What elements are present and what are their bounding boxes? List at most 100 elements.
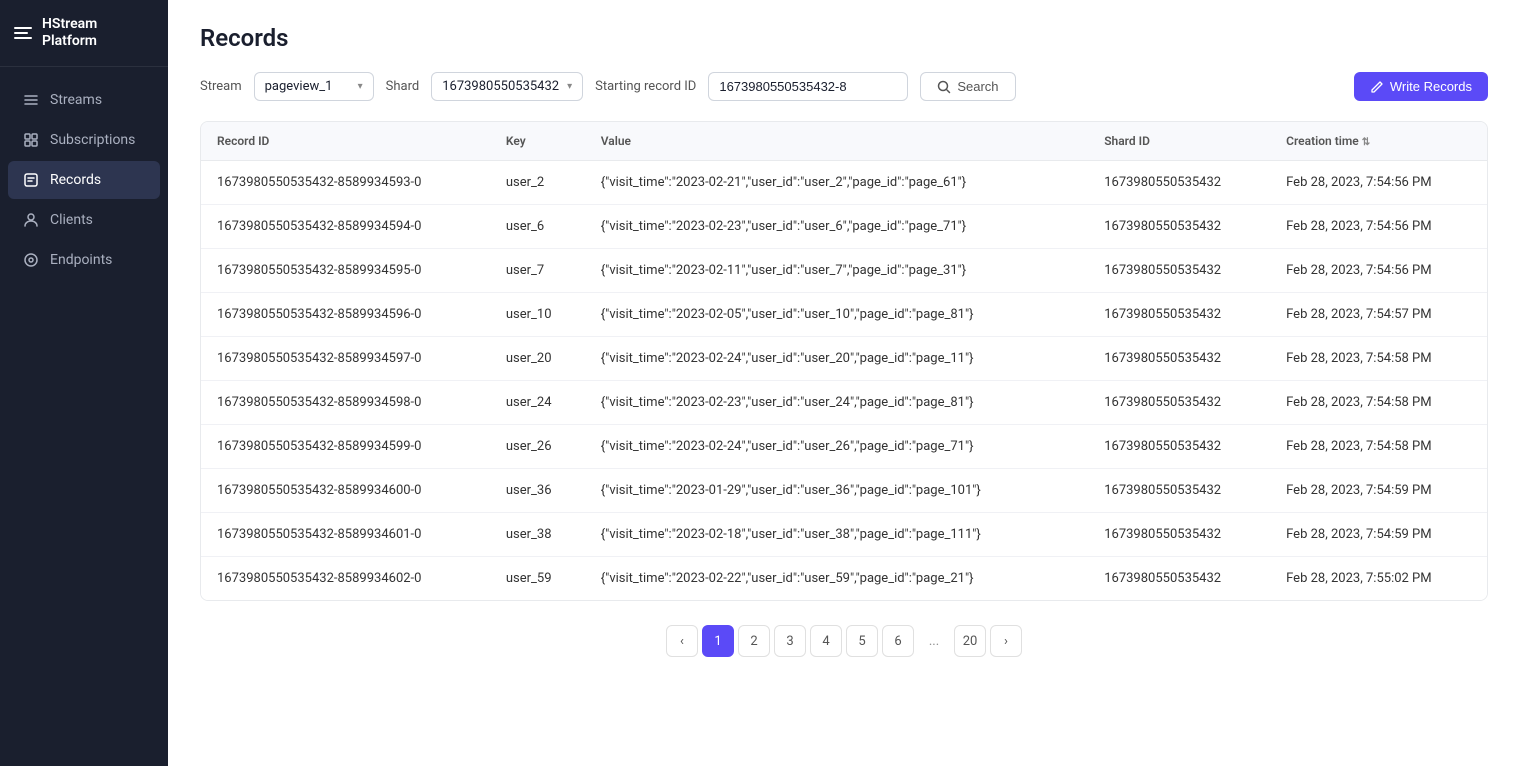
shard-chevron-icon: ▾ (567, 81, 572, 92)
shard-select[interactable]: 1673980550535432 ▾ (431, 72, 583, 101)
search-button[interactable]: Search (920, 72, 1015, 101)
sidebar-item-subscriptions[interactable]: Subscriptions (8, 121, 160, 159)
table-row: 1673980550535432-8589934599-0user_26{"vi… (201, 425, 1487, 469)
table-body: 1673980550535432-8589934593-0user_2{"vis… (201, 161, 1487, 601)
creation-time-cell: Feb 28, 2023, 7:54:58 PM (1270, 425, 1487, 469)
table-row: 1673980550535432-8589934594-0user_6{"vis… (201, 205, 1487, 249)
pagination: ‹ 1 2 3 4 5 6 ... 20 › (200, 625, 1488, 673)
stream-select[interactable]: pageview_1 ▾ (254, 72, 374, 101)
creation-time-cell: Feb 28, 2023, 7:54:56 PM (1270, 205, 1487, 249)
pagination-prev[interactable]: ‹ (666, 625, 698, 657)
sidebar-item-clients[interactable]: Clients (8, 201, 160, 239)
records-table-container: Record ID Key Value Shard ID Creation ti… (200, 121, 1488, 601)
shard-id-cell: 1673980550535432 (1088, 205, 1270, 249)
toolbar: Stream pageview_1 ▾ Shard 16739805505354… (200, 72, 1488, 101)
key-cell: user_10 (490, 293, 585, 337)
pagination-page-5[interactable]: 5 (846, 625, 878, 657)
table-row: 1673980550535432-8589934595-0user_7{"vis… (201, 249, 1487, 293)
table-row: 1673980550535432-8589934600-0user_36{"vi… (201, 469, 1487, 513)
shard-id-cell: 1673980550535432 (1088, 337, 1270, 381)
value-cell: {"visit_time":"2023-02-24","user_id":"us… (585, 337, 1088, 381)
col-creation-time[interactable]: Creation time ⇅ (1270, 122, 1487, 161)
table-row: 1673980550535432-8589934601-0user_38{"vi… (201, 513, 1487, 557)
creation-time-cell: Feb 28, 2023, 7:54:59 PM (1270, 513, 1487, 557)
key-cell: user_59 (490, 557, 585, 601)
value-cell: {"visit_time":"2023-02-05","user_id":"us… (585, 293, 1088, 337)
page-title: Records (200, 24, 1488, 52)
record-id-cell: 1673980550535432-8589934600-0 (201, 469, 490, 513)
shard-id-cell: 1673980550535432 (1088, 293, 1270, 337)
record-id-cell: 1673980550535432-8589934602-0 (201, 557, 490, 601)
pagination-page-6[interactable]: 6 (882, 625, 914, 657)
sidebar-item-endpoints[interactable]: Endpoints (8, 241, 160, 279)
pagination-next[interactable]: › (990, 625, 1022, 657)
key-cell: user_6 (490, 205, 585, 249)
logo-icon (14, 27, 32, 39)
pagination-page-1[interactable]: 1 (702, 625, 734, 657)
creation-time-cell: Feb 28, 2023, 7:54:56 PM (1270, 249, 1487, 293)
search-icon (937, 80, 951, 94)
value-cell: {"visit_time":"2023-02-22","user_id":"us… (585, 557, 1088, 601)
value-cell: {"visit_time":"2023-02-21","user_id":"us… (585, 161, 1088, 205)
sidebar-item-streams-label: Streams (50, 92, 102, 108)
shard-value: 1673980550535432 (442, 79, 559, 94)
key-cell: user_2 (490, 161, 585, 205)
record-id-cell: 1673980550535432-8589934597-0 (201, 337, 490, 381)
value-cell: {"visit_time":"2023-01-29","user_id":"us… (585, 469, 1088, 513)
stream-value: pageview_1 (265, 79, 333, 94)
col-shard-id: Shard ID (1088, 122, 1270, 161)
key-cell: user_26 (490, 425, 585, 469)
value-cell: {"visit_time":"2023-02-18","user_id":"us… (585, 513, 1088, 557)
value-cell: {"visit_time":"2023-02-23","user_id":"us… (585, 381, 1088, 425)
records-table: Record ID Key Value Shard ID Creation ti… (201, 122, 1487, 600)
sidebar-item-streams[interactable]: Streams (8, 81, 160, 119)
value-cell: {"visit_time":"2023-02-23","user_id":"us… (585, 205, 1088, 249)
shard-id-cell: 1673980550535432 (1088, 557, 1270, 601)
record-id-cell: 1673980550535432-8589934593-0 (201, 161, 490, 205)
record-id-cell: 1673980550535432-8589934595-0 (201, 249, 490, 293)
content-area: Records Stream pageview_1 ▾ Shard 167398… (168, 0, 1520, 766)
subscriptions-icon (22, 131, 40, 149)
table-row: 1673980550535432-8589934593-0user_2{"vis… (201, 161, 1487, 205)
creation-time-cell: Feb 28, 2023, 7:54:56 PM (1270, 161, 1487, 205)
shard-id-cell: 1673980550535432 (1088, 425, 1270, 469)
streams-icon (22, 91, 40, 109)
shard-id-cell: 1673980550535432 (1088, 161, 1270, 205)
key-cell: user_38 (490, 513, 585, 557)
stream-label: Stream (200, 79, 242, 94)
sidebar-nav: Streams Subscriptions Records (0, 67, 168, 766)
table-header-row: Record ID Key Value Shard ID Creation ti… (201, 122, 1487, 161)
shard-id-cell: 1673980550535432 (1088, 381, 1270, 425)
pagination-page-4[interactable]: 4 (810, 625, 842, 657)
pagination-page-3[interactable]: 3 (774, 625, 806, 657)
key-cell: user_20 (490, 337, 585, 381)
write-records-button[interactable]: Write Records (1354, 72, 1488, 101)
pagination-page-20[interactable]: 20 (954, 625, 986, 657)
record-id-cell: 1673980550535432-8589934601-0 (201, 513, 490, 557)
sidebar-item-clients-label: Clients (50, 212, 93, 228)
write-records-label: Write Records (1390, 79, 1472, 94)
app-logo: HStream Platform (0, 0, 168, 67)
app-title: HStream Platform (42, 16, 154, 50)
endpoints-icon (22, 251, 40, 269)
shard-label: Shard (386, 79, 420, 94)
starting-record-id-label: Starting record ID (595, 79, 696, 94)
starting-record-id-input[interactable] (708, 72, 908, 101)
table-row: 1673980550535432-8589934597-0user_20{"vi… (201, 337, 1487, 381)
shard-id-cell: 1673980550535432 (1088, 513, 1270, 557)
creation-time-cell: Feb 28, 2023, 7:54:58 PM (1270, 381, 1487, 425)
creation-time-cell: Feb 28, 2023, 7:54:59 PM (1270, 469, 1487, 513)
write-records-icon (1370, 80, 1384, 94)
creation-time-cell: Feb 28, 2023, 7:55:02 PM (1270, 557, 1487, 601)
creation-time-cell: Feb 28, 2023, 7:54:57 PM (1270, 293, 1487, 337)
col-key: Key (490, 122, 585, 161)
sidebar-item-records[interactable]: Records (8, 161, 160, 199)
record-id-cell: 1673980550535432-8589934599-0 (201, 425, 490, 469)
record-id-cell: 1673980550535432-8589934596-0 (201, 293, 490, 337)
stream-chevron-icon: ▾ (358, 81, 363, 92)
table-row: 1673980550535432-8589934598-0user_24{"vi… (201, 381, 1487, 425)
key-cell: user_36 (490, 469, 585, 513)
clients-icon (22, 211, 40, 229)
pagination-ellipsis: ... (918, 625, 950, 657)
pagination-page-2[interactable]: 2 (738, 625, 770, 657)
